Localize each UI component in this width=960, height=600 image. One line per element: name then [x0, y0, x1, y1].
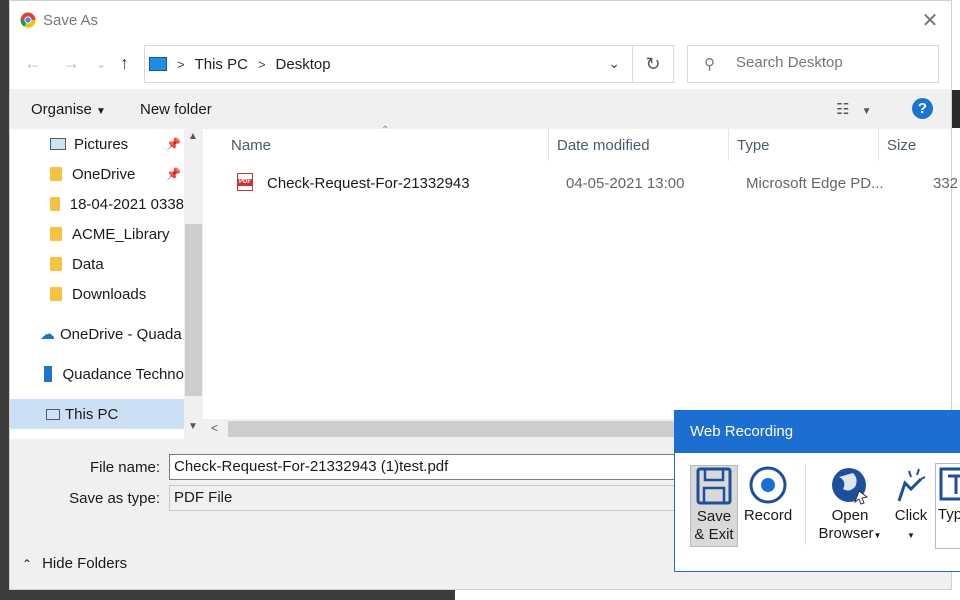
help-icon[interactable]: ? [912, 98, 933, 119]
nav-item-data[interactable]: Data [50, 249, 184, 279]
refresh-icon: ↻ [645, 54, 661, 74]
text-type-icon [939, 467, 960, 501]
save-type-label: Save as type: [69, 490, 160, 507]
scrollbar-thumb[interactable] [228, 421, 698, 437]
file-name: Check-Request-For-21332943 [267, 175, 470, 192]
chevron-down-icon[interactable]: ⌄ [608, 55, 620, 72]
record-icon [749, 466, 787, 504]
organise-menu[interactable]: Organise ▼ [31, 101, 106, 118]
folder-icon [50, 167, 62, 181]
save-type-select[interactable]: PDF File [169, 485, 689, 511]
chrome-icon [20, 12, 36, 28]
search-input[interactable] [736, 54, 931, 71]
file-type: Microsoft Edge PD... [746, 175, 884, 192]
floppy-disk-icon [696, 467, 732, 505]
cloud-icon: ☁ [40, 326, 55, 343]
search-box[interactable]: ⚲ [687, 45, 939, 83]
computer-icon [46, 408, 60, 420]
computer-icon [149, 57, 167, 71]
file-list: ⌃ Name Date modified Type Size PDF Check… [203, 125, 958, 439]
hide-folders-button[interactable]: ⌃ Hide Folders [22, 555, 127, 572]
nav-item-downloads[interactable]: Downloads [50, 279, 184, 309]
scroll-up-icon[interactable]: ▲ [188, 131, 198, 142]
nav-item-acme-library[interactable]: ACME_Library [50, 219, 184, 249]
close-icon[interactable]: ✕ [918, 10, 942, 32]
dialog-title: Save As [43, 12, 99, 29]
pin-icon: 📌 [166, 167, 181, 181]
scrollbar-thumb[interactable] [185, 224, 202, 396]
up-arrow-icon[interactable]: ↑ [120, 53, 129, 74]
nav-item-pictures[interactable]: Pictures 📌 [50, 129, 184, 159]
globe-icon [832, 468, 869, 505]
pin-icon: 📌 [166, 137, 181, 151]
nav-item-onedrive[interactable]: OneDrive 📌 [50, 159, 184, 189]
building-icon [44, 366, 52, 382]
navigation-bar: ← → ⌄ ↑ > This PC > Desktop ⌄ ↻ ⚲ [10, 39, 951, 89]
nav-item-onedrive-quadance[interactable]: ☁ OneDrive - Quada [40, 319, 184, 349]
chevron-right-icon[interactable]: > [177, 57, 185, 72]
recorder-title: Web Recording [675, 411, 960, 453]
recent-dropdown-icon[interactable]: ⌄ [96, 57, 106, 71]
record-button[interactable]: Record [742, 465, 794, 535]
folder-icon [50, 227, 62, 241]
click-button[interactable]: Click ▼ [889, 465, 933, 547]
folder-icon [50, 257, 62, 271]
nav-pane-scrollbar[interactable]: ▲ ▼ [184, 129, 203, 439]
background-window-bottom [455, 590, 960, 600]
breadcrumb-this-pc[interactable]: This PC [195, 56, 248, 73]
file-date: 04-05-2021 13:00 [566, 175, 685, 192]
new-folder-button[interactable]: New folder [140, 101, 212, 118]
refresh-button[interactable]: ↻ [632, 45, 674, 83]
column-header-date[interactable]: Date modified [557, 129, 729, 161]
chevron-up-icon: ⌃ [22, 557, 33, 571]
address-bar[interactable]: > This PC > Desktop ⌄ [144, 45, 633, 83]
folder-icon [50, 287, 62, 301]
scroll-left-icon[interactable]: < [211, 421, 218, 435]
file-name-label: File name: [89, 459, 160, 476]
navigation-pane: Pictures 📌 OneDrive 📌 18-04-2021 0338 AC… [10, 129, 203, 439]
file-size: 332 [933, 175, 959, 192]
file-name-field[interactable]: Check-Request-For-21332943 (1)test.pdf [169, 454, 689, 480]
command-bar: Organise ▼ New folder ☷ ▼ ? [10, 89, 951, 129]
column-header-size[interactable]: Size [887, 129, 951, 161]
column-header-name[interactable]: Name [231, 129, 549, 161]
nav-item-this-pc[interactable]: This PC [10, 399, 184, 429]
type-button[interactable]: Typ [935, 463, 960, 549]
back-arrow-icon[interactable]: ← [24, 53, 42, 74]
pdf-file-icon: PDF [237, 173, 253, 191]
scroll-down-icon[interactable]: ▼ [188, 421, 198, 432]
search-icon: ⚲ [704, 56, 715, 73]
save-exit-button[interactable]: Save & Exit [690, 465, 738, 547]
view-options-icon[interactable]: ☷ ▼ [836, 100, 872, 118]
table-row[interactable]: PDF Check-Request-For-21332943 04-05-202… [203, 167, 958, 197]
pictures-icon [50, 138, 66, 150]
divider [805, 463, 806, 545]
breadcrumb-desktop[interactable]: Desktop [276, 56, 331, 73]
column-header-type[interactable]: Type [737, 129, 879, 161]
forward-arrow-icon[interactable]: → [62, 53, 80, 74]
nav-item-quadance-techno[interactable]: Quadance Techno [44, 359, 184, 389]
chevron-right-icon[interactable]: > [258, 57, 266, 72]
folder-icon [50, 197, 60, 211]
web-recording-panel: Web Recording Save & Exit Record Open Brow… [674, 410, 960, 572]
nav-item-folder-18-04-2021[interactable]: 18-04-2021 0338 [50, 189, 184, 219]
cursor-click-icon [897, 468, 926, 502]
open-browser-button[interactable]: Open Browser▼ [815, 465, 885, 547]
title-bar: Save As ✕ [10, 1, 951, 39]
